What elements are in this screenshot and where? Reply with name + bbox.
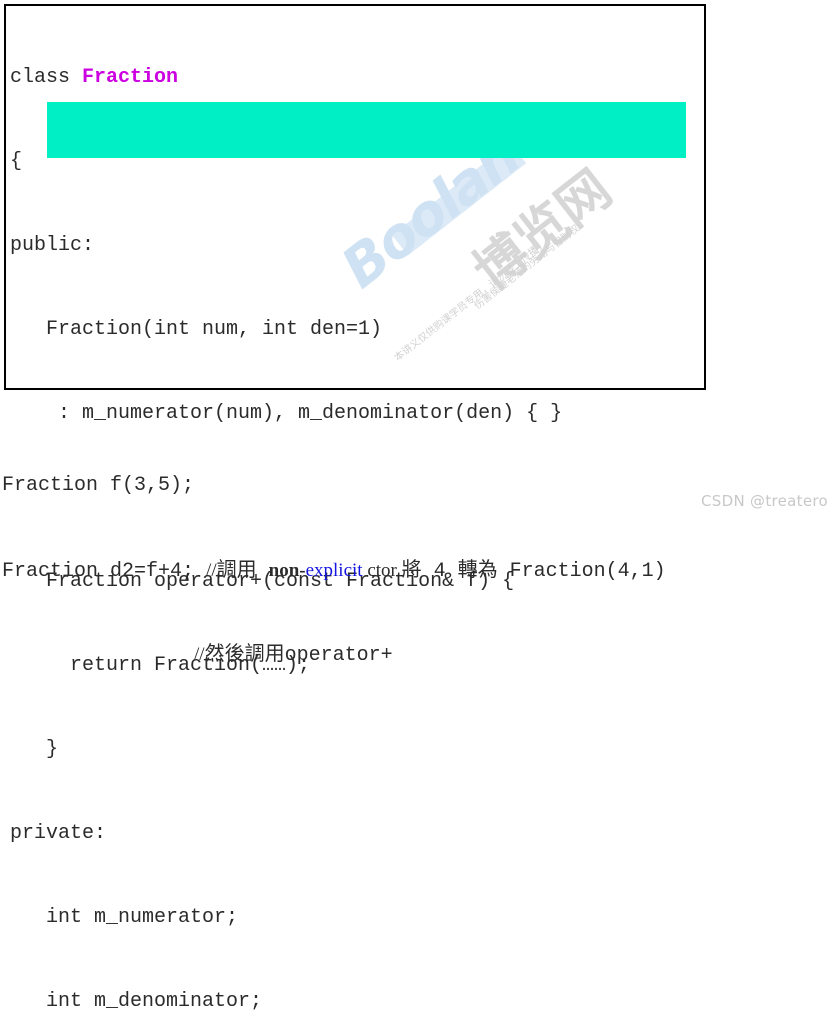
code-text: class: [10, 66, 83, 89]
code-line: }: [10, 736, 562, 764]
comment-slashes-2: //: [194, 644, 205, 665]
code-text: }: [10, 738, 59, 761]
comment-result: Fraction(4,1): [497, 560, 666, 583]
code-text: Fraction(int num, int den=1): [10, 318, 383, 341]
comment-cn-then-call: 然後調用: [204, 643, 285, 665]
comment-cn-convert-2: 轉為: [457, 559, 498, 581]
comment-operator: operator+: [284, 644, 393, 667]
comment-number: 4: [421, 560, 458, 583]
code-text: public:: [10, 234, 95, 257]
code-line: public:: [10, 232, 562, 260]
explicit-keyword: explicit: [305, 560, 363, 581]
code-text: {: [10, 150, 23, 173]
usage-line-1: Fraction f(3,5);: [2, 472, 666, 500]
comment-cn-call: 調用: [216, 559, 257, 581]
code-line: class Fraction: [10, 64, 562, 92]
code-line: int m_numerator;: [10, 904, 562, 932]
comment-cn-convert-1: 將: [401, 559, 422, 581]
code-line: int m_denominator;: [10, 988, 562, 1016]
usage-line-2: Fraction d2=f+4; //調用 non-explicit ctor …: [2, 556, 666, 584]
code-text: int m_denominator;: [10, 990, 263, 1013]
usage-line-3: //然後調用operator+: [2, 640, 666, 668]
usage-line3-indent: [2, 644, 194, 667]
usage-text: Fraction f(3,5);: [2, 474, 195, 497]
code-line-highlighted: Fraction(int num, int den=1): [10, 316, 562, 344]
code-line: {: [10, 148, 562, 176]
comment-slashes: //: [206, 560, 217, 581]
usage-example-text: Fraction f(3,5); Fraction d2=f+4; //調用 n…: [2, 416, 666, 696]
non-prefix: non-: [268, 560, 306, 581]
code-text: private:: [10, 822, 107, 845]
ctor-word: ctor: [362, 560, 402, 581]
usage-code: Fraction d2=f+4;: [2, 560, 207, 583]
code-text: int m_numerator;: [10, 906, 239, 929]
csdn-credit: CSDN @treatero: [701, 492, 828, 510]
code-line: private:: [10, 820, 562, 848]
class-name-token: Fraction: [82, 66, 179, 89]
